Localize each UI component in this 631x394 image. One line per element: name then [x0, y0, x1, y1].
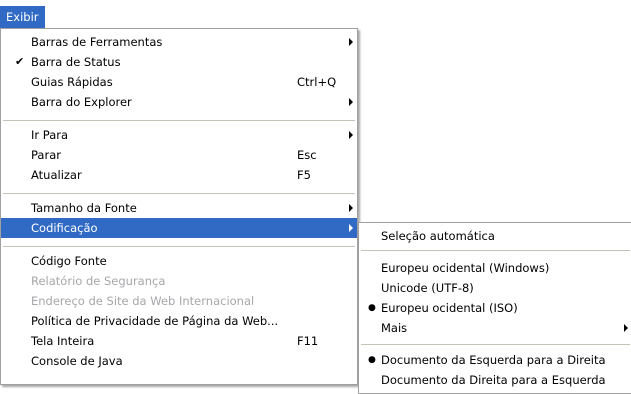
menu-item-label: Ir Para: [31, 128, 69, 142]
menu-item-label: Documento da Direita para a Esquerda: [381, 373, 606, 387]
checkmark-icon: ✔: [15, 55, 25, 68]
menu-item-shortcut: Ctrl+Q: [297, 75, 337, 89]
submenu-arrow-icon: [349, 224, 353, 232]
menu-item-label: Codificação: [31, 221, 98, 235]
menu-separator: [361, 250, 630, 251]
submenu-item-auto-select[interactable]: Seleção automática: [359, 226, 631, 246]
menu-item-quick-tabs[interactable]: Guias Rápidas Ctrl+Q: [1, 72, 357, 92]
radio-bullet-icon: ●: [368, 355, 376, 365]
menu-item-label: Política de Privacidade de Página da Web…: [31, 314, 279, 328]
submenu-arrow-icon: [349, 204, 353, 212]
menu-item-label: Tamanho da Fonte: [31, 201, 137, 215]
menu-item-source-code[interactable]: Código Fonte: [1, 251, 357, 271]
menu-item-java-console[interactable]: Console de Java: [1, 351, 357, 371]
menu-separator: [3, 193, 355, 194]
menu-item-label: Endereço de Site da Web Internacional: [31, 294, 255, 308]
menu-item-refresh[interactable]: Atualizar F5: [1, 165, 357, 185]
menu-separator: [3, 120, 355, 121]
menu-separator: [361, 344, 630, 345]
menu-item-label: Console de Java: [31, 354, 123, 368]
menu-item-encoding[interactable]: Codificação: [1, 218, 357, 238]
submenu-item-western-windows[interactable]: Europeu ocidental (Windows): [359, 258, 631, 278]
menu-item-status-bar[interactable]: ✔ Barra de Status: [1, 52, 357, 72]
submenu-item-western-iso[interactable]: ● Europeu ocidental (ISO): [359, 298, 631, 318]
menu-item-shortcut: F5: [297, 168, 311, 182]
submenu-item-utf8[interactable]: Unicode (UTF-8): [359, 278, 631, 298]
menu-item-label: Unicode (UTF-8): [381, 281, 474, 295]
menu-item-label: Europeu ocidental (ISO): [381, 301, 518, 315]
menu-item-label: Código Fonte: [31, 254, 107, 268]
menu-item-security-report[interactable]: Relatório de Segurança: [1, 271, 357, 291]
radio-bullet-icon: ●: [368, 303, 376, 313]
submenu-arrow-icon: [349, 131, 353, 139]
menu-separator: [3, 246, 355, 247]
menu-item-label: Parar: [31, 148, 61, 162]
menu-item-label: Atualizar: [31, 168, 82, 182]
menu-item-privacy-policy[interactable]: Política de Privacidade de Página da Web…: [1, 311, 357, 331]
menu-item-full-screen[interactable]: Tela Inteira F11: [1, 331, 357, 351]
menu-item-go-to[interactable]: Ir Para: [1, 125, 357, 145]
submenu-item-more[interactable]: Mais: [359, 318, 631, 338]
menu-item-label: Barra do Explorer: [31, 95, 132, 109]
menu-item-toolbars[interactable]: Barras de Ferramentas: [1, 32, 357, 52]
menu-item-label: Documento da Esquerda para a Direita: [381, 353, 606, 367]
submenu-arrow-icon: [624, 324, 628, 332]
menu-item-label: Europeu ocidental (Windows): [381, 261, 550, 275]
menu-item-label: Seleção automática: [381, 229, 495, 243]
menu-item-label: Barra de Status: [31, 55, 121, 69]
menu-item-label: Tela Inteira: [31, 334, 95, 348]
menu-item-label: Barras de Ferramentas: [31, 35, 163, 49]
menu-item-stop[interactable]: Parar Esc: [1, 145, 357, 165]
menu-item-label: Mais: [381, 321, 408, 335]
menu-item-text-size[interactable]: Tamanho da Fonte: [1, 198, 357, 218]
menu-exibir[interactable]: Exibir: [0, 6, 45, 28]
menu-item-shortcut: F11: [297, 334, 319, 348]
submenu-item-left-to-right[interactable]: ● Documento da Esquerda para a Direita: [359, 350, 631, 370]
menu-item-shortcut: Esc: [297, 148, 317, 162]
menu-item-label: Guias Rápidas: [31, 75, 113, 89]
menu-item-international-address[interactable]: Endereço de Site da Web Internacional: [1, 291, 357, 311]
submenu-arrow-icon: [349, 98, 353, 106]
menu-item-label: Relatório de Segurança: [31, 274, 166, 288]
submenu-arrow-icon: [349, 38, 353, 46]
view-menu: Barras de Ferramentas ✔ Barra de Status …: [0, 28, 358, 385]
menu-item-explorer-bar[interactable]: Barra do Explorer: [1, 92, 357, 112]
encoding-submenu: Seleção automática Europeu ocidental (Wi…: [358, 222, 631, 394]
submenu-item-right-to-left[interactable]: Documento da Direita para a Esquerda: [359, 370, 631, 390]
